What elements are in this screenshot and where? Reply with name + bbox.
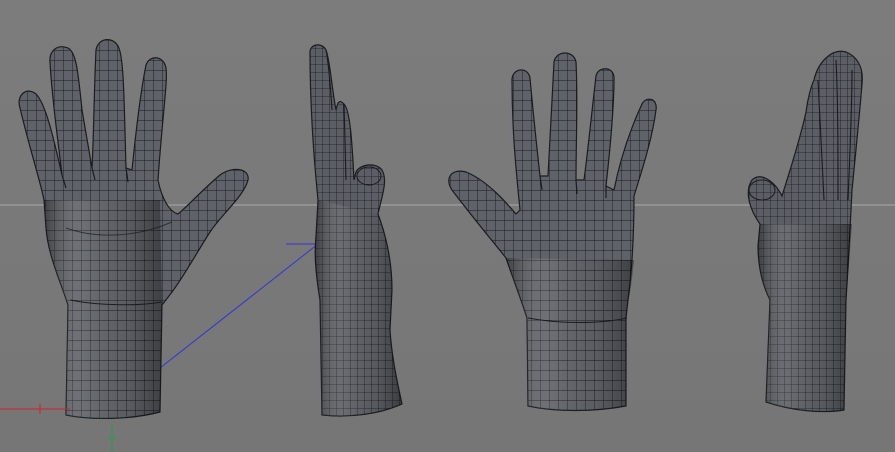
hand-side-left-model[interactable] xyxy=(309,44,403,417)
hand-front-model[interactable] xyxy=(18,39,249,420)
3d-viewport[interactable] xyxy=(0,0,895,452)
viewport-canvas[interactable] xyxy=(0,0,895,452)
hand-side-right-model[interactable] xyxy=(747,50,863,413)
hand-back-model[interactable] xyxy=(448,52,657,412)
